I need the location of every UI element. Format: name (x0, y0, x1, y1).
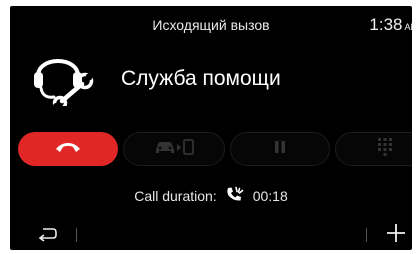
transfer-to-phone-button[interactable] (123, 132, 225, 166)
back-arrow-icon (36, 228, 58, 246)
call-duration: Call duration: 00:18 (10, 186, 412, 205)
pause-icon (274, 140, 286, 159)
add-call-button[interactable] (385, 222, 407, 244)
car-to-phone-icon (153, 138, 195, 161)
clock-time: 1:38 (369, 15, 403, 34)
phone-hangup-icon (55, 140, 81, 158)
keypad-button[interactable] (335, 132, 412, 166)
screen-title: Исходящий вызов (152, 17, 270, 33)
clock-ampm: AM (404, 22, 413, 32)
plus-icon (385, 224, 407, 248)
clock: 1:38AM (369, 15, 412, 35)
call-duration-value: 00:18 (252, 187, 288, 204)
hold-button[interactable] (230, 132, 330, 166)
footer-divider-right (366, 228, 367, 242)
footer-divider-left (76, 228, 77, 242)
contact-name: Служба помощи (121, 67, 281, 90)
call-duration-label: Call duration: (134, 187, 217, 204)
back-button[interactable] (36, 226, 58, 242)
headset-wrench-icon (32, 46, 94, 111)
call-screen: Исходящий вызов 1:38AM Служба помощи (10, 6, 412, 250)
phone-ringing-icon (225, 186, 245, 205)
end-call-button[interactable] (18, 132, 118, 166)
keypad-icon (378, 137, 392, 161)
